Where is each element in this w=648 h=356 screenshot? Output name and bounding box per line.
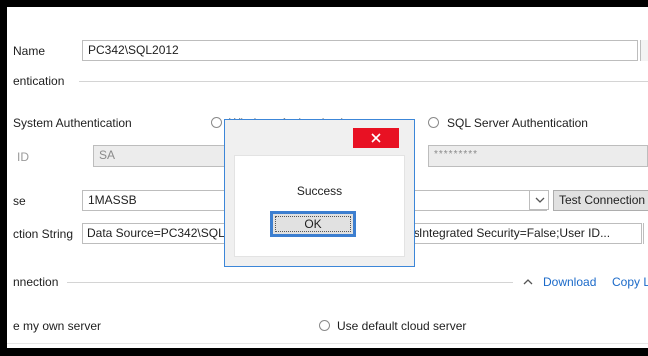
connection-string-edge bbox=[643, 223, 648, 244]
copy-link[interactable]: Copy Link bbox=[612, 274, 648, 290]
server-name-input[interactable]: PC342\SQL2012 bbox=[82, 40, 638, 61]
cloud-server-option[interactable]: Use default cloud server bbox=[337, 318, 466, 334]
success-dialog: Success OK bbox=[224, 119, 415, 267]
windows-auth-radio[interactable] bbox=[211, 117, 222, 128]
chevron-up-icon[interactable] bbox=[523, 278, 533, 285]
connection-string-right: Integrated Security=False;User ID... bbox=[419, 226, 611, 240]
dialog-close-button[interactable] bbox=[353, 128, 399, 148]
own-server-option[interactable]: e my own server bbox=[13, 318, 101, 334]
user-id-input[interactable]: SA bbox=[93, 145, 233, 167]
dialog-message: Success bbox=[296, 184, 343, 198]
connection-settings-panel: Name PC342\SQL2012 entication System Aut… bbox=[7, 7, 648, 348]
cloud-server-radio[interactable] bbox=[319, 320, 330, 331]
close-icon bbox=[371, 133, 381, 143]
chevron-down-icon bbox=[535, 197, 545, 203]
ok-button[interactable]: OK bbox=[270, 211, 356, 237]
system-auth-option[interactable]: System Authentication bbox=[13, 115, 132, 131]
database-label: se bbox=[13, 194, 26, 208]
test-connection-button[interactable]: Test Connection bbox=[553, 190, 648, 211]
download-link[interactable]: Download bbox=[543, 274, 596, 290]
dialog-content: Success bbox=[234, 155, 405, 257]
server-name-label: Name bbox=[13, 44, 46, 58]
ok-button-label: OK bbox=[275, 216, 351, 232]
password-input[interactable]: ********* bbox=[428, 145, 648, 167]
connection-separator bbox=[67, 282, 513, 283]
authentication-group-label: entication bbox=[13, 74, 65, 88]
user-id-label: ID bbox=[17, 150, 29, 164]
connection-string-label: ction String bbox=[13, 227, 74, 241]
sql-auth-radio[interactable] bbox=[428, 117, 439, 128]
bottom-separator bbox=[7, 343, 648, 344]
connection-section-label: nnection bbox=[13, 275, 59, 289]
database-dropdown-button[interactable] bbox=[529, 190, 549, 210]
server-dropdown-edge[interactable] bbox=[640, 40, 648, 61]
sql-auth-option[interactable]: SQL Server Authentication bbox=[447, 115, 588, 131]
authentication-separator bbox=[79, 81, 648, 82]
